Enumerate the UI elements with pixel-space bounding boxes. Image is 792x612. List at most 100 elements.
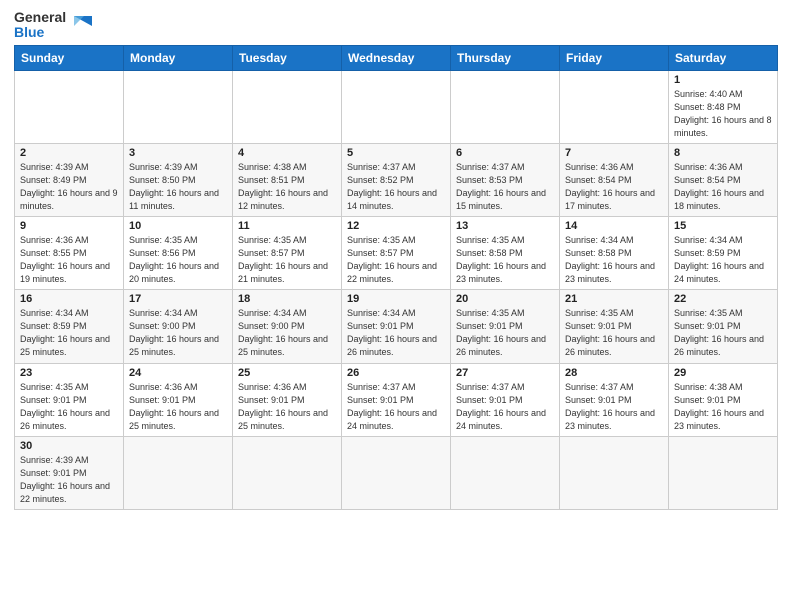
day-number: 2 [20,147,118,159]
weekday-header-sunday: Sunday [15,45,124,70]
calendar-day-cell: 9 Sunrise: 4:36 AM Sunset: 8:55 PM Daylig… [15,217,124,290]
logo-triangle-icon [70,12,92,34]
calendar-day-cell: 22 Sunrise: 4:35 AM Sunset: 9:01 PM Dayli… [669,290,778,363]
calendar-day-cell: 2 Sunrise: 4:39 AM Sunset: 8:49 PM Daylig… [15,143,124,216]
day-info: Sunrise: 4:37 AM Sunset: 9:01 PM Dayligh… [565,381,663,433]
day-number: 20 [456,293,554,305]
calendar-day-cell: 17 Sunrise: 4:34 AM Sunset: 9:00 PM Dayli… [124,290,233,363]
calendar: SundayMondayTuesdayWednesdayThursdayFrid… [14,45,778,510]
calendar-day-cell [233,70,342,143]
day-number: 4 [238,147,336,159]
calendar-day-cell: 18Sunrise: 4:34 AM Sunset: 9:00 PM Dayli… [233,290,342,363]
weekday-header-monday: Monday [124,45,233,70]
day-info: Sunrise: 4:38 AM Sunset: 8:51 PM Dayligh… [238,161,336,213]
logo-general: General [14,10,66,25]
calendar-day-cell [669,436,778,509]
calendar-day-cell: 30 Sunrise: 4:39 AM Sunset: 9:01 PM Dayli… [15,436,124,509]
day-number: 28 [565,367,663,379]
day-info: Sunrise: 4:34 AM Sunset: 9:01 PM Dayligh… [347,307,445,359]
logo-blue: Blue [14,25,66,40]
day-number: 19 [347,293,445,305]
calendar-day-cell [560,70,669,143]
header: General Blue [14,10,778,41]
calendar-day-cell: 29 Sunrise: 4:38 AM Sunset: 9:01 PM Dayli… [669,363,778,436]
day-number: 30 [20,440,118,452]
day-number: 11 [238,220,336,232]
weekday-header-friday: Friday [560,45,669,70]
calendar-day-cell: 23 Sunrise: 4:35 AM Sunset: 9:01 PM Dayli… [15,363,124,436]
day-info: Sunrise: 4:35 AM Sunset: 8:57 PM Dayligh… [347,234,445,286]
day-number: 9 [20,220,118,232]
day-info: Sunrise: 4:36 AM Sunset: 9:01 PM Dayligh… [129,381,227,433]
day-number: 16 [20,293,118,305]
calendar-day-cell: 20 Sunrise: 4:35 AM Sunset: 9:01 PM Dayli… [451,290,560,363]
day-number: 17 [129,293,227,305]
calendar-day-cell: 3Sunrise: 4:39 AM Sunset: 8:50 PM Daylig… [124,143,233,216]
day-info: Sunrise: 4:38 AM Sunset: 9:01 PM Dayligh… [674,381,772,433]
calendar-week-row: 1Sunrise: 4:40 AM Sunset: 8:48 PM Daylig… [15,70,778,143]
weekday-header-row: SundayMondayTuesdayWednesdayThursdayFrid… [15,45,778,70]
day-info: Sunrise: 4:40 AM Sunset: 8:48 PM Dayligh… [674,88,772,140]
day-number: 14 [565,220,663,232]
day-info: Sunrise: 4:36 AM Sunset: 8:55 PM Dayligh… [20,234,118,286]
day-info: Sunrise: 4:36 AM Sunset: 8:54 PM Dayligh… [674,161,772,213]
day-info: Sunrise: 4:37 AM Sunset: 9:01 PM Dayligh… [456,381,554,433]
calendar-day-cell: 13 Sunrise: 4:35 AM Sunset: 8:58 PM Dayli… [451,217,560,290]
calendar-day-cell: 12 Sunrise: 4:35 AM Sunset: 8:57 PM Dayli… [342,217,451,290]
calendar-week-row: 9 Sunrise: 4:36 AM Sunset: 8:55 PM Daylig… [15,217,778,290]
day-info: Sunrise: 4:39 AM Sunset: 8:49 PM Dayligh… [20,161,118,213]
day-info: Sunrise: 4:36 AM Sunset: 8:54 PM Dayligh… [565,161,663,213]
day-info: Sunrise: 4:37 AM Sunset: 9:01 PM Dayligh… [347,381,445,433]
calendar-day-cell: 28 Sunrise: 4:37 AM Sunset: 9:01 PM Dayli… [560,363,669,436]
day-info: Sunrise: 4:35 AM Sunset: 9:01 PM Dayligh… [674,307,772,359]
day-number: 15 [674,220,772,232]
calendar-day-cell [342,436,451,509]
day-number: 27 [456,367,554,379]
day-number: 18 [238,293,336,305]
day-number: 12 [347,220,445,232]
calendar-day-cell [560,436,669,509]
day-number: 25 [238,367,336,379]
logo: General Blue [14,10,92,41]
calendar-day-cell: 11Sunrise: 4:35 AM Sunset: 8:57 PM Dayli… [233,217,342,290]
day-info: Sunrise: 4:35 AM Sunset: 8:56 PM Dayligh… [129,234,227,286]
day-info: Sunrise: 4:34 AM Sunset: 8:59 PM Dayligh… [674,234,772,286]
calendar-day-cell: 8Sunrise: 4:36 AM Sunset: 8:54 PM Daylig… [669,143,778,216]
day-number: 10 [129,220,227,232]
calendar-day-cell: 19 Sunrise: 4:34 AM Sunset: 9:01 PM Dayli… [342,290,451,363]
day-number: 13 [456,220,554,232]
day-info: Sunrise: 4:37 AM Sunset: 8:53 PM Dayligh… [456,161,554,213]
calendar-day-cell: 14 Sunrise: 4:34 AM Sunset: 8:58 PM Dayli… [560,217,669,290]
calendar-day-cell: 21Sunrise: 4:35 AM Sunset: 9:01 PM Dayli… [560,290,669,363]
day-number: 22 [674,293,772,305]
logo-wordmark: General Blue [14,10,66,41]
day-number: 3 [129,147,227,159]
weekday-header-saturday: Saturday [669,45,778,70]
day-info: Sunrise: 4:39 AM Sunset: 9:01 PM Dayligh… [20,454,118,506]
calendar-day-cell: 27 Sunrise: 4:37 AM Sunset: 9:01 PM Dayli… [451,363,560,436]
calendar-day-cell: 5Sunrise: 4:37 AM Sunset: 8:52 PM Daylig… [342,143,451,216]
day-info: Sunrise: 4:36 AM Sunset: 9:01 PM Dayligh… [238,381,336,433]
weekday-header-tuesday: Tuesday [233,45,342,70]
day-number: 21 [565,293,663,305]
calendar-day-cell: 15 Sunrise: 4:34 AM Sunset: 8:59 PM Dayli… [669,217,778,290]
day-info: Sunrise: 4:34 AM Sunset: 8:58 PM Dayligh… [565,234,663,286]
calendar-day-cell: 26 Sunrise: 4:37 AM Sunset: 9:01 PM Dayli… [342,363,451,436]
day-info: Sunrise: 4:35 AM Sunset: 9:01 PM Dayligh… [456,307,554,359]
calendar-day-cell [342,70,451,143]
weekday-header-wednesday: Wednesday [342,45,451,70]
calendar-day-cell: 7Sunrise: 4:36 AM Sunset: 8:54 PM Daylig… [560,143,669,216]
day-info: Sunrise: 4:37 AM Sunset: 8:52 PM Dayligh… [347,161,445,213]
day-number: 24 [129,367,227,379]
day-number: 23 [20,367,118,379]
day-info: Sunrise: 4:35 AM Sunset: 9:01 PM Dayligh… [20,381,118,433]
calendar-day-cell [124,70,233,143]
day-info: Sunrise: 4:34 AM Sunset: 9:00 PM Dayligh… [129,307,227,359]
day-number: 26 [347,367,445,379]
calendar-day-cell: 4 Sunrise: 4:38 AM Sunset: 8:51 PM Daylig… [233,143,342,216]
calendar-day-cell [15,70,124,143]
day-info: Sunrise: 4:35 AM Sunset: 8:58 PM Dayligh… [456,234,554,286]
day-number: 29 [674,367,772,379]
calendar-day-cell: 1Sunrise: 4:40 AM Sunset: 8:48 PM Daylig… [669,70,778,143]
weekday-header-thursday: Thursday [451,45,560,70]
